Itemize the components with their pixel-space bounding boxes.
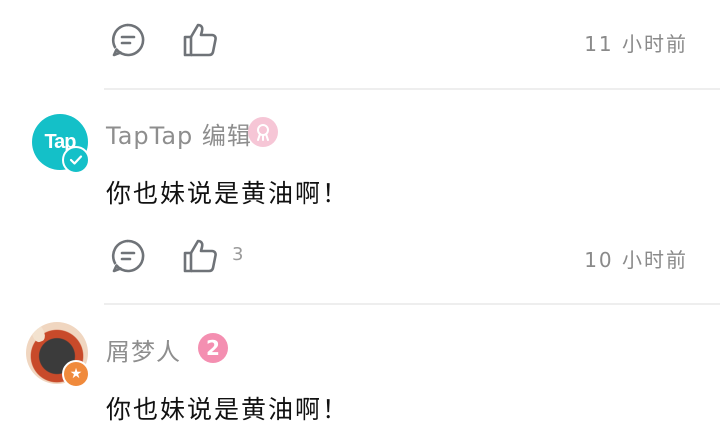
divider <box>104 88 720 90</box>
like-count: 3 <box>232 244 244 265</box>
reply-button[interactable] <box>108 20 148 60</box>
like-button[interactable] <box>180 236 220 276</box>
thumbs-up-icon <box>183 23 217 57</box>
reply-button[interactable] <box>108 236 148 276</box>
comment-text: 你也妹说是黄油啊！ <box>106 179 350 208</box>
author-name[interactable]: TapTap 编辑 <box>106 116 252 151</box>
divider <box>104 303 720 305</box>
comment-time: 11 小时前 <box>584 32 688 56</box>
like-button[interactable] <box>180 20 220 60</box>
editor-badge-icon <box>248 117 278 147</box>
comment-time: 10 小时前 <box>584 248 688 272</box>
verified-check-icon <box>62 146 90 174</box>
comment-icon <box>111 239 145 273</box>
comment-icon <box>111 23 145 57</box>
level-badge: 2 <box>198 333 228 363</box>
comment-text: 你也妹说是黄油啊！ <box>106 395 350 424</box>
author-name[interactable]: 屑梦人 <box>106 332 181 367</box>
thumbs-up-icon <box>183 239 217 273</box>
avatar-ears <box>29 322 47 344</box>
star-badge-icon: ★ <box>62 360 90 388</box>
level-number: 2 <box>206 336 220 360</box>
